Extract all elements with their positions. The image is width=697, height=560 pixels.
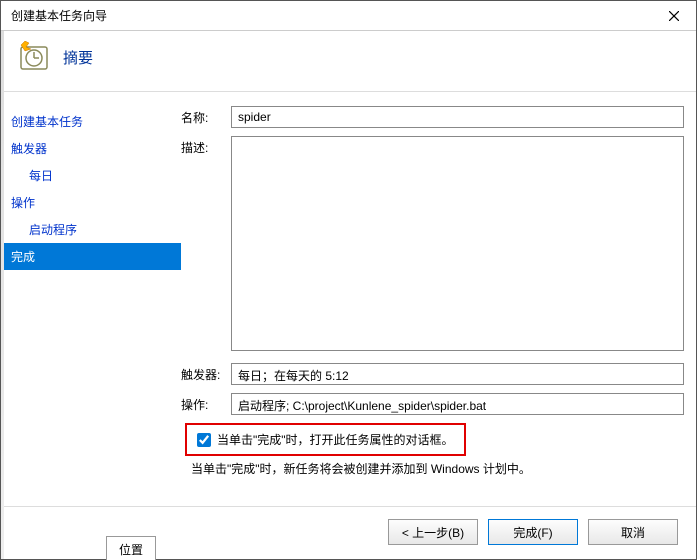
label-action: 操作: [181,393,231,413]
finish-button[interactable]: 完成(F) [488,519,578,545]
cancel-button[interactable]: 取消 [588,519,678,545]
window-title: 创建基本任务向导 [11,7,651,24]
sidebar-item-start-program[interactable]: 启动程序 [1,216,181,243]
header: 摘要 [1,31,696,91]
sidebar-item-finish[interactable]: 完成 [1,243,181,270]
row-description: 描述: [181,136,684,351]
close-icon [669,11,679,21]
body: 创建基本任务 触发器 每日 操作 启动程序 完成 名称: 描述: 触发器: 每日… [1,92,696,506]
close-button[interactable] [651,1,696,30]
open-properties-checkbox[interactable] [197,433,211,447]
label-name: 名称: [181,106,231,126]
bottom-tab-location[interactable]: 位置 [106,536,156,560]
dialog-window: 创建基本任务向导 摘要 创建基本任务 触发器 每日 操作 启动程序 完成 [0,0,697,560]
highlight-annotation: 当单击"完成"时，打开此任务属性的对话框。 [185,423,466,456]
sidebar-item-trigger[interactable]: 触发器 [1,135,181,162]
content: 名称: 描述: 触发器: 每日；在每天的 5:12 操作: 启动程序; C:\p… [181,92,696,506]
checkbox-label: 当单击"完成"时，打开此任务属性的对话框。 [217,431,454,448]
trigger-field[interactable]: 每日；在每天的 5:12 [231,363,684,385]
back-button[interactable]: < 上一步(B) [388,519,478,545]
titlebar: 创建基本任务向导 [1,1,696,31]
info-note: 当单击"完成"时，新任务将会被创建并添加到 Windows 计划中。 [181,456,684,477]
sidebar-item-create-task[interactable]: 创建基本任务 [1,108,181,135]
sidebar: 创建基本任务 触发器 每日 操作 启动程序 完成 [1,92,181,506]
name-input[interactable] [231,106,684,128]
action-field[interactable]: 启动程序; C:\project\Kunlene_spider\spider.b… [231,393,684,415]
wizard-icon [19,41,51,73]
label-description: 描述: [181,136,231,156]
checkbox-area: 当单击"完成"时，打开此任务属性的对话框。 [181,423,684,456]
page-title: 摘要 [63,47,93,68]
row-action: 操作: 启动程序; C:\project\Kunlene_spider\spid… [181,393,684,415]
row-name: 名称: [181,106,684,128]
sidebar-item-action[interactable]: 操作 [1,189,181,216]
description-input[interactable] [231,136,684,351]
row-trigger: 触发器: 每日；在每天的 5:12 [181,363,684,385]
sidebar-item-daily[interactable]: 每日 [1,162,181,189]
label-trigger: 触发器: [181,363,231,383]
